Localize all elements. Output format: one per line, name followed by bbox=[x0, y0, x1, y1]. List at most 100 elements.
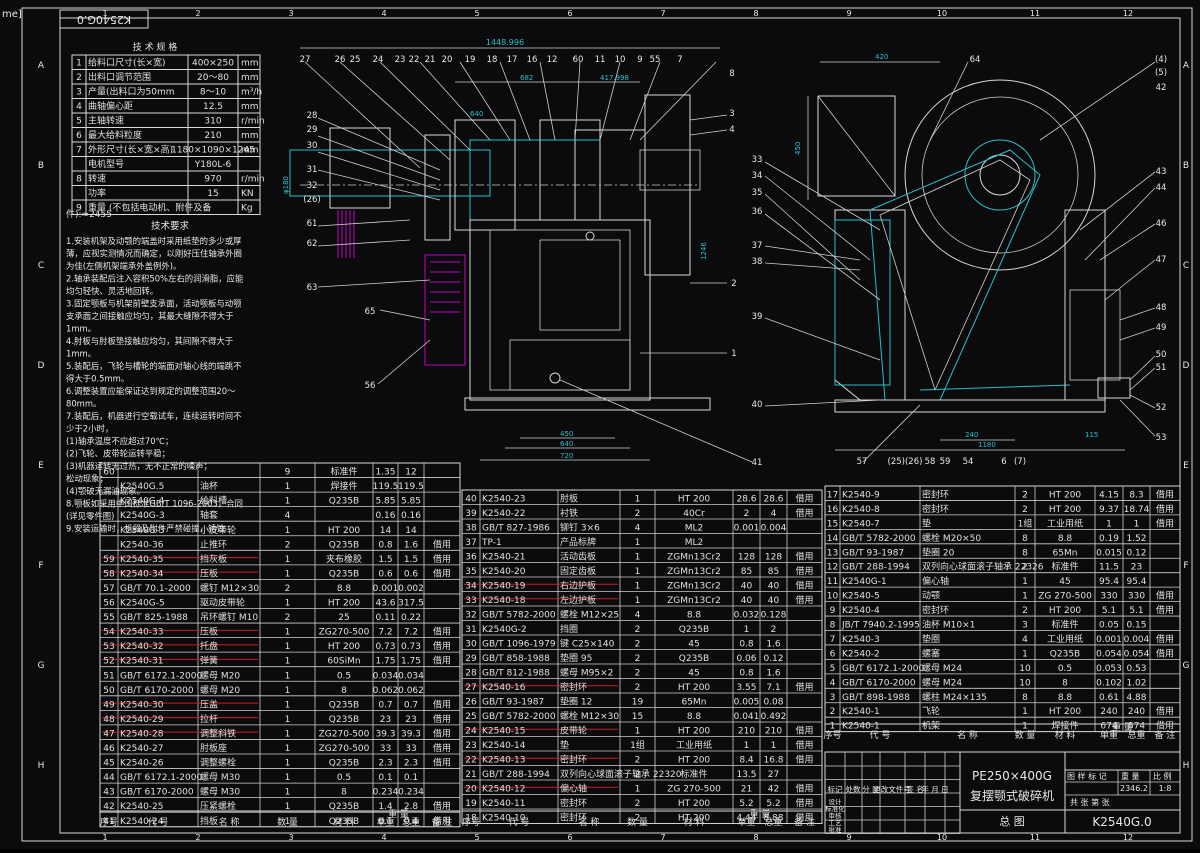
bom-row-code: K2540-31 bbox=[120, 657, 164, 667]
front-part-label: 65 bbox=[365, 307, 376, 317]
border-col-bottom: 7 bbox=[660, 833, 665, 842]
bom-row-code: JB/T 7940.2-1995 bbox=[841, 621, 920, 631]
bom-row-note: 借用 bbox=[1156, 604, 1174, 616]
spec-row-value: 970 bbox=[204, 175, 221, 185]
bom-row-note: 借用 bbox=[433, 727, 451, 739]
front-dim-phi180: φ180 bbox=[282, 176, 290, 194]
bom-row-no: 13 bbox=[827, 548, 838, 558]
bom-row-code: GB/T 5782-2000 bbox=[482, 611, 556, 621]
bom-row-material: 40Cr bbox=[683, 509, 705, 519]
bom-row-total-weight: 0.128 bbox=[761, 611, 787, 621]
spec-row-value: 12.5 bbox=[203, 102, 223, 112]
bom-row-material: 45 bbox=[688, 640, 699, 650]
bom-row-code: K2540-12 bbox=[482, 785, 526, 795]
bom-row-no: 21 bbox=[465, 770, 476, 780]
bom-row-note: 借用 bbox=[795, 565, 813, 577]
bom-row-code: K2540-32 bbox=[120, 642, 164, 652]
bom-row-no: 8 bbox=[830, 621, 836, 631]
bom-row-material: 标准件 bbox=[1051, 561, 1078, 573]
bom-row-no: 52 bbox=[103, 657, 114, 667]
bom-row-code: K2540-18 bbox=[482, 596, 526, 606]
side-part-label: 58 bbox=[925, 457, 936, 467]
stage-label: 图 样 标 记 bbox=[1067, 771, 1107, 781]
spec-row-name: 产量(出料口为50mm bbox=[88, 86, 175, 98]
bom-row-note: 借用 bbox=[1156, 488, 1174, 500]
bom-row-material: 焊接件 bbox=[1051, 720, 1078, 732]
bom-row-code: GB/T 6170-2000 bbox=[842, 678, 916, 688]
side-part-label: 36 bbox=[752, 207, 763, 217]
bom-row-material: 工业用纸 bbox=[1047, 633, 1083, 645]
tech-req-line: 3.固定颚板与机架前壁支承面，活动颚板与动颚 bbox=[66, 299, 242, 309]
bom-row-material: HT 200 bbox=[1049, 606, 1082, 616]
bom-row-note: 借用 bbox=[433, 757, 451, 769]
side-part-label: 42 bbox=[1156, 83, 1167, 93]
side-part-label: 59 bbox=[940, 457, 951, 467]
bom-row-code: K2540-15 bbox=[482, 727, 526, 737]
bom-row-material: 8.8 bbox=[337, 584, 352, 594]
border-col-bottom: 9 bbox=[846, 833, 851, 842]
bom-row-qty: 1 bbox=[635, 553, 641, 563]
bom-row-no: 26 bbox=[465, 698, 477, 708]
bom-row-code: K2540-36 bbox=[120, 540, 164, 550]
tech-req-line: (详见零件图) bbox=[66, 511, 114, 521]
side-part-label: 64 bbox=[970, 55, 981, 65]
bom-row-note: 借用 bbox=[795, 754, 813, 766]
border-row-right: C bbox=[1183, 261, 1189, 271]
spec-row-name: 给料口尺寸(长×宽) bbox=[88, 57, 166, 69]
bom-row-name: 止推环 bbox=[200, 538, 227, 550]
bom-row-unit-weight: 40 bbox=[741, 596, 753, 606]
side-part-label: 34 bbox=[752, 171, 763, 181]
bom-row-total-weight: 0.6 bbox=[404, 569, 419, 579]
bom-row-total-weight: 40 bbox=[768, 596, 780, 606]
bom-header-name: 名 称 bbox=[579, 816, 600, 828]
spec-row-name: 主轴转速 bbox=[88, 115, 124, 127]
spec-row-no: 7 bbox=[76, 146, 82, 156]
side-dim-420: 420 bbox=[875, 53, 888, 61]
front-part-label: 21 bbox=[425, 55, 436, 65]
bom-row-material: Q235B bbox=[329, 540, 359, 550]
bom-row-name: 右边护板 bbox=[560, 580, 596, 592]
spec-row-no: 3 bbox=[76, 88, 82, 98]
bom-row-qty: 1 bbox=[285, 700, 291, 710]
drawing-canvas[interactable]: me] K2540G.0 A AB BC CD DE EF FG GH H 1122334455… bbox=[0, 0, 1200, 849]
bom-row-qty: 10 bbox=[1019, 678, 1031, 688]
bom-row-total-weight: 119.5 bbox=[398, 482, 424, 492]
border-col-top: 7 bbox=[660, 9, 665, 18]
bom-row-material: 标准件 bbox=[330, 466, 357, 478]
bom-row-material: Q235B bbox=[329, 759, 359, 769]
bom-row-no: 50 bbox=[103, 686, 115, 696]
bom-row-code: GB/T 5782-2000 bbox=[482, 712, 556, 722]
bom-row-total-weight: 0.1 bbox=[404, 773, 418, 783]
cad-drawing-sheet: me] K2540G.0 AABBCCDDEEFFGGHH 1122334455… bbox=[0, 0, 1200, 849]
spec-row-name: 曲轴偏心距 bbox=[88, 100, 133, 112]
bom-row-qty: 1 bbox=[285, 788, 291, 798]
bom-row-unit-weight: 0.8 bbox=[739, 669, 754, 679]
bom-row-qty: 1 bbox=[285, 657, 291, 667]
bom-row-code: GB/T 858-1988 bbox=[482, 654, 550, 664]
spec-row-value: 15 bbox=[207, 189, 218, 199]
bom-row-name: 肘板座 bbox=[200, 742, 227, 754]
bom-row-total-weight: 95.4 bbox=[1126, 577, 1146, 587]
bom-row-code: GB/T 6170-2000 bbox=[120, 686, 194, 696]
bom-row-qty: 4 bbox=[635, 611, 641, 621]
bom-row-unit-weight: 2 bbox=[744, 509, 750, 519]
bom-row-qty: 2 bbox=[635, 669, 641, 679]
bom-row-note: 借用 bbox=[433, 742, 451, 754]
border-row-right: E bbox=[1183, 461, 1189, 471]
bom-row-total-weight: 27 bbox=[768, 770, 779, 780]
bom-row-qty: 1 bbox=[635, 785, 641, 795]
bom-row-material: ZG270-500 bbox=[319, 744, 370, 754]
front-part-label: 24 bbox=[373, 55, 384, 65]
bom-row-total-weight: 0.73 bbox=[401, 642, 421, 652]
border-col-top: 1 bbox=[102, 9, 107, 18]
side-part-label: 48 bbox=[1156, 303, 1167, 313]
bom-row-unit-weight: 7.2 bbox=[378, 628, 392, 638]
bom-row-no: 48 bbox=[103, 715, 115, 725]
front-dim-640a: 640 bbox=[470, 110, 483, 118]
bom-row-total-weight: 4.88 bbox=[1126, 693, 1146, 703]
spec-row-no: 4 bbox=[76, 102, 82, 112]
bom-row-code: K2540-28 bbox=[120, 729, 164, 739]
border-col-top: 12 bbox=[1123, 9, 1133, 18]
front-part-label: 31 bbox=[307, 165, 318, 175]
bom-row-qty: 1 bbox=[285, 686, 291, 696]
